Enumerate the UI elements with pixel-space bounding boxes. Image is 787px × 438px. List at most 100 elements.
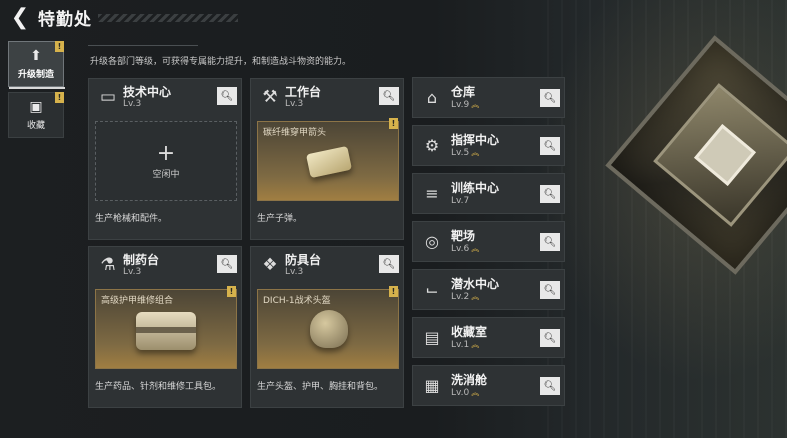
- list-item-name: 洗消舱: [451, 372, 488, 387]
- list-item-collection-room[interactable]: ▤ 收藏室 Lv.1 ︽ 🔍︎: [412, 317, 565, 358]
- alert-flag: !: [55, 41, 64, 52]
- list-item-training-center[interactable]: ≡ 训练中心 Lv.7 🔍︎: [412, 173, 565, 214]
- search-button[interactable]: 🔍︎: [540, 329, 560, 347]
- card-header: ⚒ 工作台 Lv.3 🔍︎: [251, 79, 403, 115]
- tools-icon: ⚒: [262, 87, 278, 107]
- command-icon: ⚙: [424, 136, 440, 155]
- upgrade-chevron-icon: ︽: [471, 387, 480, 397]
- helmet-image: [310, 310, 348, 348]
- search-button[interactable]: 🔍︎: [540, 137, 560, 155]
- decon-icon: ▦: [424, 376, 440, 395]
- tab-label: 升级制造: [17, 70, 54, 80]
- card-description: 生产头盔、护甲、胸挂和背包。: [257, 382, 384, 392]
- list-item-name: 指挥中心: [451, 132, 500, 147]
- card-title-group: 工作台 Lv.3: [285, 85, 321, 110]
- slot-status: 空闲中: [152, 169, 180, 180]
- search-button[interactable]: 🔍︎: [540, 89, 560, 107]
- intro-text: 升级各部门等级，可获得专属能力提升，和制造战斗物资的能力。: [90, 57, 352, 67]
- empty-slot[interactable]: + 空闲中: [95, 121, 237, 201]
- card-name: 防具台: [285, 252, 322, 267]
- card-header: ⚗ 制药台 Lv.3 🔍︎: [89, 247, 241, 283]
- tab-upgrade-manufacture[interactable]: ⬆ 升级制造 !: [8, 41, 65, 89]
- card-level: Lv.3: [123, 98, 142, 109]
- upgrade-chevron-icon: ︽: [471, 99, 480, 109]
- search-button[interactable]: 🔍︎: [540, 377, 560, 395]
- list-item-name: 收藏室: [451, 324, 488, 339]
- upgrade-chevron-icon: ︽: [471, 339, 480, 349]
- collection-room-icon: ▤: [424, 328, 440, 347]
- list-item-level-row: Lv.0 ︽: [451, 387, 487, 399]
- list-item-text: 洗消舱 Lv.0 ︽: [451, 373, 487, 399]
- list-item-level: Lv.2: [451, 291, 470, 302]
- card-level: Lv.3: [123, 266, 142, 277]
- search-button[interactable]: 🔍︎: [540, 233, 560, 251]
- list-item-shooting-range[interactable]: ◎ 靶场 Lv.6 ︽ 🔍︎: [412, 221, 565, 262]
- target-icon: ◎: [425, 232, 439, 251]
- card-workbench[interactable]: ⚒ 工作台 Lv.3 🔍︎ 碳纤维穿甲箭头 ! 生产子弹。: [250, 78, 404, 240]
- list-item-text: 指挥中心 Lv.5 ︽: [451, 133, 499, 159]
- list-item-level: Lv.7: [451, 195, 470, 206]
- product-name: 高级护甲维修组合: [101, 296, 174, 306]
- list-item-name: 训练中心: [451, 180, 500, 195]
- search-button[interactable]: 🔍︎: [540, 185, 560, 203]
- repair-kit-image: [136, 312, 196, 350]
- list-item-command-center[interactable]: ⚙ 指挥中心 Lv.5 ︽ 🔍︎: [412, 125, 565, 166]
- product-slot[interactable]: 碳纤维穿甲箭头 !: [257, 118, 399, 201]
- card-header: ❖ 防具台 Lv.3 🔍︎: [251, 247, 403, 283]
- list-item-level: Lv.0: [451, 387, 470, 398]
- product-slot[interactable]: 高级护甲维修组合 !: [95, 286, 237, 369]
- card-title-group: 防具台 Lv.3: [285, 253, 321, 278]
- card-description: 生产药品、针剂和维修工具包。: [95, 382, 222, 392]
- list-item-level-row: Lv.6 ︽: [451, 243, 479, 255]
- back-arrow-icon[interactable]: ❮: [6, 3, 34, 31]
- list-item-level-row: Lv.7: [451, 195, 499, 207]
- tab-underline: [9, 87, 65, 89]
- cube-core: [694, 124, 756, 186]
- card-description: 生产枪械和配件。: [95, 214, 168, 224]
- plus-icon: +: [156, 140, 176, 166]
- search-button[interactable]: 🔍︎: [540, 281, 560, 299]
- tab-label: 收藏: [26, 121, 45, 131]
- list-item-level-row: Lv.1 ︽: [451, 339, 487, 351]
- upgrade-chevron-icon: ︽: [471, 147, 480, 157]
- upgrade-chevron-icon: ︽: [471, 291, 480, 301]
- card-tech-center[interactable]: ▭ 技术中心 Lv.3 🔍︎ + 空闲中 生产枪械和配件。: [88, 78, 242, 240]
- list-item-name: 仓库: [451, 84, 476, 99]
- card-level: Lv.3: [285, 98, 304, 109]
- search-button[interactable]: 🔍︎: [217, 87, 237, 105]
- cube-inner: [653, 83, 787, 227]
- card-title-group: 技术中心 Lv.3: [123, 85, 171, 110]
- repair-kit-band: [136, 327, 196, 333]
- card-description: 生产子弹。: [257, 214, 303, 224]
- upgrade-icon: ⬆: [30, 48, 42, 64]
- search-button[interactable]: 🔍︎: [379, 87, 399, 105]
- alert-flag: !: [389, 118, 398, 129]
- tab-collection[interactable]: ▣ 收藏 !: [8, 92, 64, 138]
- alert-flag: !: [389, 286, 398, 297]
- search-button[interactable]: 🔍︎: [379, 255, 399, 273]
- intro-divider: [88, 45, 198, 46]
- ammo-box-image: [305, 145, 353, 179]
- list-item-level-row: Lv.9 ︽: [451, 99, 479, 111]
- list-item-text: 仓库 Lv.9 ︽: [451, 85, 479, 111]
- alert-flag: !: [55, 92, 64, 103]
- list-item-warehouse[interactable]: ⌂ 仓库 Lv.9 ︽ 🔍︎: [412, 77, 565, 118]
- card-armor-bench[interactable]: ❖ 防具台 Lv.3 🔍︎ DICH-1战术头盔 ! 生产头盔、护甲、胸挂和背包…: [250, 246, 404, 408]
- page-title: 特勤处: [38, 9, 92, 30]
- card-header: ▭ 技术中心 Lv.3 🔍︎: [89, 79, 241, 115]
- list-item-level: Lv.5: [451, 147, 470, 158]
- collection-icon: ▣: [29, 99, 43, 115]
- list-item-text: 靶场 Lv.6 ︽: [451, 229, 479, 255]
- product-slot[interactable]: DICH-1战术头盔 !: [257, 286, 399, 369]
- armor-icon: ❖: [262, 255, 278, 275]
- card-pharmacy[interactable]: ⚗ 制药台 Lv.3 🔍︎ 高级护甲维修组合 ! 生产药品、针剂和维修工具包。: [88, 246, 242, 408]
- list-item-decon-chamber[interactable]: ▦ 洗消舱 Lv.0 ︽ 🔍︎: [412, 365, 565, 406]
- card-name: 工作台: [285, 84, 322, 99]
- warehouse-icon: ⌂: [426, 88, 438, 107]
- card-name: 制药台: [123, 252, 160, 267]
- list-item-diving-center[interactable]: ⌙ 潜水中心 Lv.2 ︽ 🔍︎: [412, 269, 565, 310]
- product-name: DICH-1战术头盔: [263, 296, 331, 306]
- search-button[interactable]: 🔍︎: [217, 255, 237, 273]
- dumbbell-icon: ≡: [425, 184, 439, 203]
- header-decoration: [98, 14, 238, 22]
